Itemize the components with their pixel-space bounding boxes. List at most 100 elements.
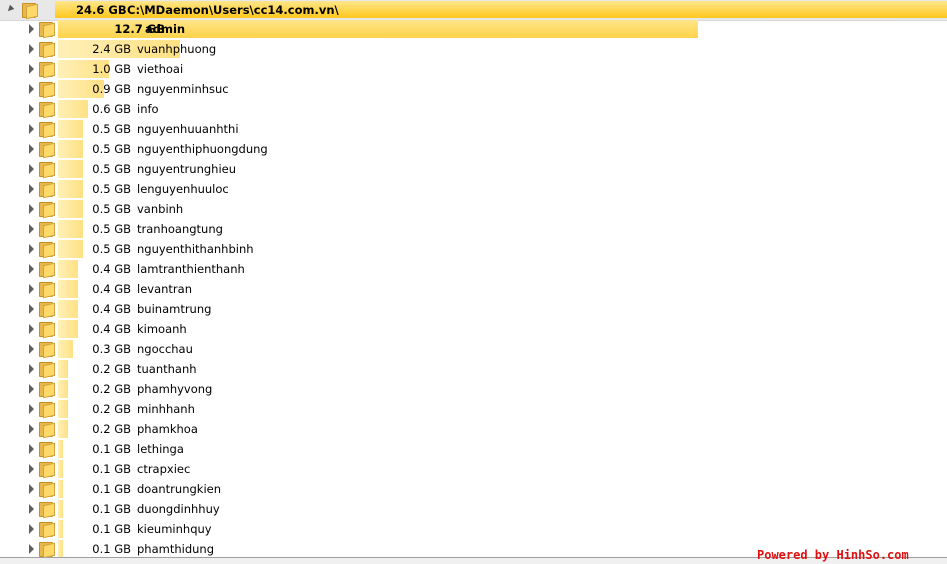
- folder-icon: [39, 502, 55, 519]
- expand-arrow-icon[interactable]: [29, 24, 34, 34]
- folder-row[interactable]: 0.1 GB lethinga: [0, 439, 947, 459]
- folder-row[interactable]: 1.0 GB viethoai: [0, 59, 947, 79]
- folder-icon: [39, 82, 55, 99]
- folder-row[interactable]: 2.4 GB vuanhphuong: [0, 39, 947, 59]
- root-path: C:\MDaemon\Users\cc14.com.vn\: [127, 3, 339, 17]
- size-bar: [58, 200, 83, 218]
- expand-arrow-icon[interactable]: [29, 464, 34, 474]
- folder-size: 0.9 GB: [92, 82, 131, 96]
- folder-row[interactable]: 12.7 GB admin: [0, 19, 947, 39]
- expand-arrow-icon[interactable]: [29, 424, 34, 434]
- folder-row[interactable]: 0.5 GB nguyenthiphuongdung: [0, 139, 947, 159]
- folder-name: buinamtrung: [137, 302, 212, 316]
- root-folder-row[interactable]: 24.6 GB C:\MDaemon\Users\cc14.com.vn\: [0, 0, 947, 21]
- size-bar: [58, 540, 63, 558]
- expand-arrow-icon[interactable]: [29, 304, 34, 314]
- expand-arrow-icon[interactable]: [29, 444, 34, 454]
- expand-arrow-icon[interactable]: [29, 244, 34, 254]
- folder-row[interactable]: 0.6 GB info: [0, 99, 947, 119]
- folder-row[interactable]: 0.5 GB nguyenthithanhbinh: [0, 239, 947, 259]
- size-bar: [58, 220, 83, 238]
- collapse-arrow-icon[interactable]: [5, 4, 15, 14]
- folder-row[interactable]: 0.2 GB phamhyvong: [0, 379, 947, 399]
- folder-icon: [39, 162, 55, 179]
- expand-arrow-icon[interactable]: [29, 544, 34, 554]
- size-bar: [58, 460, 63, 478]
- folder-name: info: [137, 102, 159, 116]
- folder-name: ctrapxiec: [137, 462, 191, 476]
- expand-arrow-icon[interactable]: [29, 44, 34, 54]
- folder-row[interactable]: 0.1 GB kieuminhquy: [0, 519, 947, 539]
- folder-size: 0.1 GB: [92, 442, 131, 456]
- expand-arrow-icon[interactable]: [29, 324, 34, 334]
- expand-arrow-icon[interactable]: [29, 64, 34, 74]
- size-bar: [58, 140, 83, 158]
- expand-arrow-icon[interactable]: [29, 164, 34, 174]
- folder-name: levantran: [137, 282, 192, 296]
- folder-row[interactable]: 0.5 GB lenguyenhuuloc: [0, 179, 947, 199]
- size-bar: [58, 280, 78, 298]
- expand-arrow-icon[interactable]: [29, 404, 34, 414]
- folder-name: lethinga: [137, 442, 184, 456]
- size-bar: [58, 180, 83, 198]
- folder-row[interactable]: 0.4 GB levantran: [0, 279, 947, 299]
- size-bar: [58, 240, 83, 258]
- folder-row[interactable]: 0.1 GB doantrungkien: [0, 479, 947, 499]
- expand-arrow-icon[interactable]: [29, 144, 34, 154]
- folder-icon: [39, 342, 55, 359]
- folder-row[interactable]: 0.5 GB nguyentrunghieu: [0, 159, 947, 179]
- folder-row[interactable]: 0.5 GB tranhoangtung: [0, 219, 947, 239]
- folder-row[interactable]: 0.1 GB ctrapxiec: [0, 459, 947, 479]
- folder-name: viethoai: [137, 62, 184, 76]
- folder-name: nguyentrunghieu: [137, 162, 237, 176]
- folder-name: kieuminhquy: [137, 522, 212, 536]
- folder-name: vanbinh: [137, 202, 184, 216]
- folder-size: 0.5 GB: [92, 162, 131, 176]
- folder-icon: [39, 302, 55, 319]
- expand-arrow-icon[interactable]: [29, 524, 34, 534]
- expand-arrow-icon[interactable]: [29, 204, 34, 214]
- size-bar: [58, 160, 83, 178]
- folder-size: 0.5 GB: [92, 202, 131, 216]
- expand-arrow-icon[interactable]: [29, 504, 34, 514]
- expand-arrow-icon[interactable]: [29, 364, 34, 374]
- folder-row[interactable]: 0.4 GB kimoanh: [0, 319, 947, 339]
- size-bar: [58, 380, 68, 398]
- expand-arrow-icon[interactable]: [29, 384, 34, 394]
- expand-arrow-icon[interactable]: [29, 264, 34, 274]
- folder-icon: [39, 62, 55, 79]
- folder-row[interactable]: 0.1 GB duongdinhhuy: [0, 499, 947, 519]
- folder-row[interactable]: 0.3 GB ngocchau: [0, 339, 947, 359]
- folder-row[interactable]: 0.5 GB nguyenhuuanhthi: [0, 119, 947, 139]
- folder-row[interactable]: 0.2 GB tuanthanh: [0, 359, 947, 379]
- folder-row[interactable]: 0.5 GB vanbinh: [0, 199, 947, 219]
- folder-name: kimoanh: [137, 322, 187, 336]
- expand-arrow-icon[interactable]: [29, 284, 34, 294]
- folder-row[interactable]: 0.2 GB minhhanh: [0, 399, 947, 419]
- expand-arrow-icon[interactable]: [29, 184, 34, 194]
- folder-size: 0.4 GB: [92, 322, 131, 336]
- folder-row[interactable]: 0.9 GB nguyenminhsuc: [0, 79, 947, 99]
- expand-arrow-icon[interactable]: [29, 124, 34, 134]
- folder-icon: [39, 242, 55, 259]
- expand-arrow-icon[interactable]: [29, 224, 34, 234]
- folder-name: duongdinhhuy: [137, 502, 220, 516]
- folder-name: tranhoangtung: [137, 222, 223, 236]
- folder-icon: [39, 462, 55, 479]
- expand-arrow-icon[interactable]: [29, 344, 34, 354]
- folder-icon: [39, 222, 55, 239]
- expand-arrow-icon[interactable]: [29, 84, 34, 94]
- folder-icon: [39, 202, 55, 219]
- folder-size: 0.2 GB: [92, 422, 131, 436]
- folder-icon: [39, 182, 55, 199]
- folder-size: 0.4 GB: [92, 302, 131, 316]
- folder-row[interactable]: 0.4 GB lamtranthienthanh: [0, 259, 947, 279]
- folder-row[interactable]: 0.4 GB buinamtrung: [0, 299, 947, 319]
- folder-size: 0.6 GB: [92, 102, 131, 116]
- folder-icon: [39, 282, 55, 299]
- folder-row[interactable]: 0.2 GB phamkhoa: [0, 419, 947, 439]
- size-bar: [58, 420, 68, 438]
- expand-arrow-icon[interactable]: [29, 484, 34, 494]
- folder-name: nguyenthithanhbinh: [137, 242, 254, 256]
- expand-arrow-icon[interactable]: [29, 104, 34, 114]
